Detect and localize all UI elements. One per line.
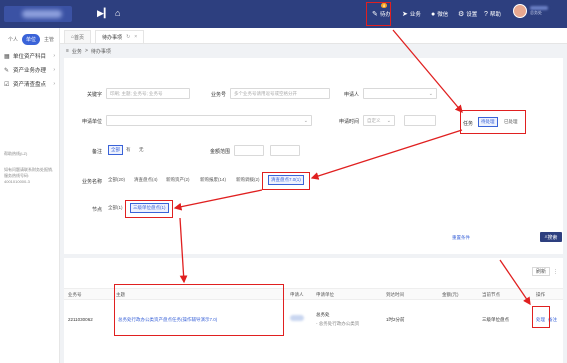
annotation-arrows [173,29,531,306]
arrow-to-process [499,259,531,306]
arrow-to-task [392,29,463,113]
arrow-to-node [173,189,263,211]
arrow-to-bizname [310,129,463,180]
arrow-to-subject [179,217,188,284]
